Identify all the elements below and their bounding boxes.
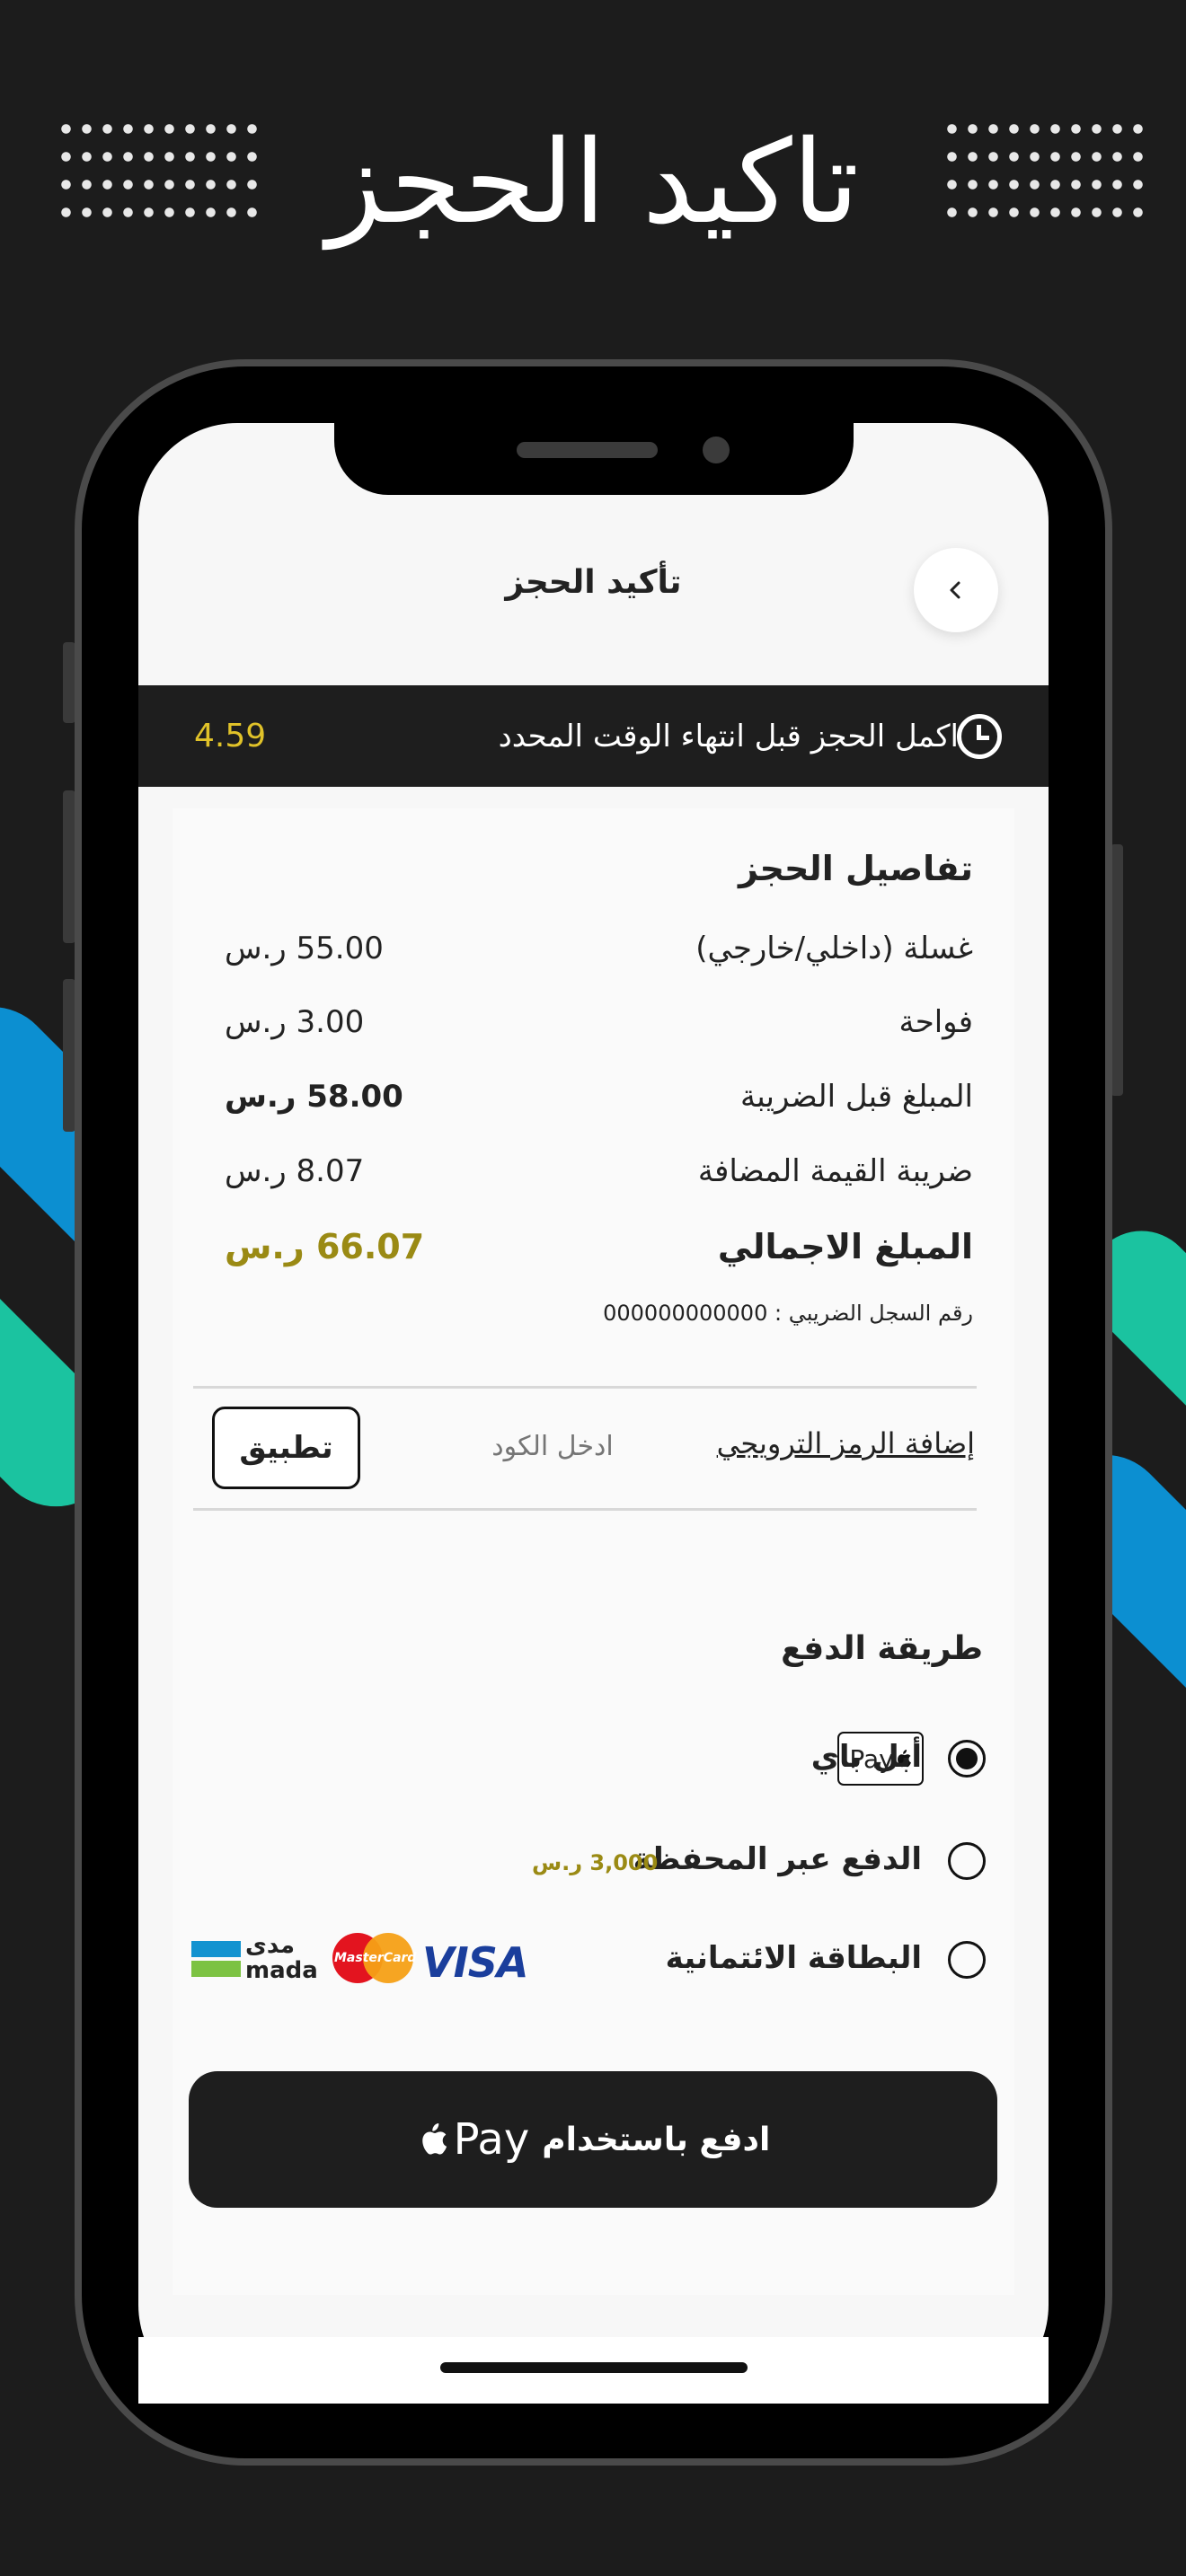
details-heading: تفاصيل الحجز <box>739 849 973 888</box>
promo-title: تاكيد الحجز <box>326 116 860 250</box>
wallet-balance: 3,000 ر.س <box>532 1850 659 1875</box>
phone-notch <box>334 423 854 495</box>
mada-english: mada <box>245 1957 318 1984</box>
mastercard-text: MasterCard <box>334 1951 417 1965</box>
phone-speaker <box>517 442 658 458</box>
apple-icon <box>421 2123 447 2155</box>
detail-value: 55.00 ر.س <box>225 931 384 966</box>
visa-logo: VISA <box>422 1938 528 1987</box>
tax-number: رقم السجل الضريبي : 000000000000 <box>603 1301 973 1326</box>
timer-bar: اكمل الحجز قبل انتهاء الوقت المحدد 4.59 <box>138 685 1049 787</box>
detail-label: ضريبة القيمة المضافة <box>697 1153 973 1189</box>
detail-label: فواحة <box>898 1004 973 1040</box>
phone-side-button <box>63 790 75 943</box>
total-label: المبلغ الاجمالي <box>717 1227 973 1266</box>
total-value: 66.07 ر.س <box>225 1227 425 1266</box>
mastercard-logo: MasterCard <box>332 1931 417 1985</box>
promo-code-input[interactable] <box>449 1431 656 1462</box>
detail-value: 8.07 ر.س <box>225 1153 365 1189</box>
apple-pay-radio[interactable] <box>948 1740 986 1778</box>
apply-button[interactable]: تطبيق <box>212 1407 360 1489</box>
mada-logo: مدى mada <box>191 1932 318 1984</box>
home-indicator[interactable] <box>440 2362 748 2373</box>
timer-value: 4.59 <box>194 718 267 754</box>
phone-side-button <box>63 642 75 723</box>
phone-side-button <box>1111 844 1123 1096</box>
pay-button-label: ادفع باستخدام <box>542 2121 771 2158</box>
payment-option-label[interactable]: الدفع عبر المحفظة <box>633 1841 922 1877</box>
pay-button-brand: Pay <box>416 2114 530 2165</box>
back-button[interactable] <box>914 548 998 632</box>
wallet-radio[interactable] <box>948 1842 986 1880</box>
detail-value: 3.00 ر.س <box>225 1004 365 1040</box>
apple-pay-button[interactable]: ادفع باستخدام Pay <box>189 2071 997 2208</box>
detail-label: المبلغ قبل الضريبة <box>740 1079 973 1115</box>
detail-label: غسلة (داخلي/خارجي) <box>695 931 973 966</box>
add-promo-link[interactable]: إضافة الرمز الترويجي <box>717 1426 975 1460</box>
divider <box>193 1386 977 1389</box>
payment-heading: طريقة الدفع <box>781 1630 983 1667</box>
clock-icon <box>957 714 1002 759</box>
page-title: تأكيد الحجز <box>505 564 682 601</box>
phone-side-button <box>63 979 75 1132</box>
pay-button-pay-text: Pay <box>453 2114 530 2165</box>
card-radio[interactable] <box>948 1941 986 1979</box>
divider <box>193 1508 977 1511</box>
mada-arabic: مدى <box>245 1932 295 1959</box>
payment-option-label[interactable]: البطاقة الائتمانية <box>666 1940 922 1976</box>
timer-text: اكمل الحجز قبل انتهاء الوقت المحدد <box>498 718 959 754</box>
phone-camera <box>703 437 730 463</box>
chevron-icon <box>950 581 960 599</box>
payment-option-label[interactable]: أبل باي <box>811 1739 922 1775</box>
detail-value: 58.00 ر.س <box>225 1079 403 1115</box>
